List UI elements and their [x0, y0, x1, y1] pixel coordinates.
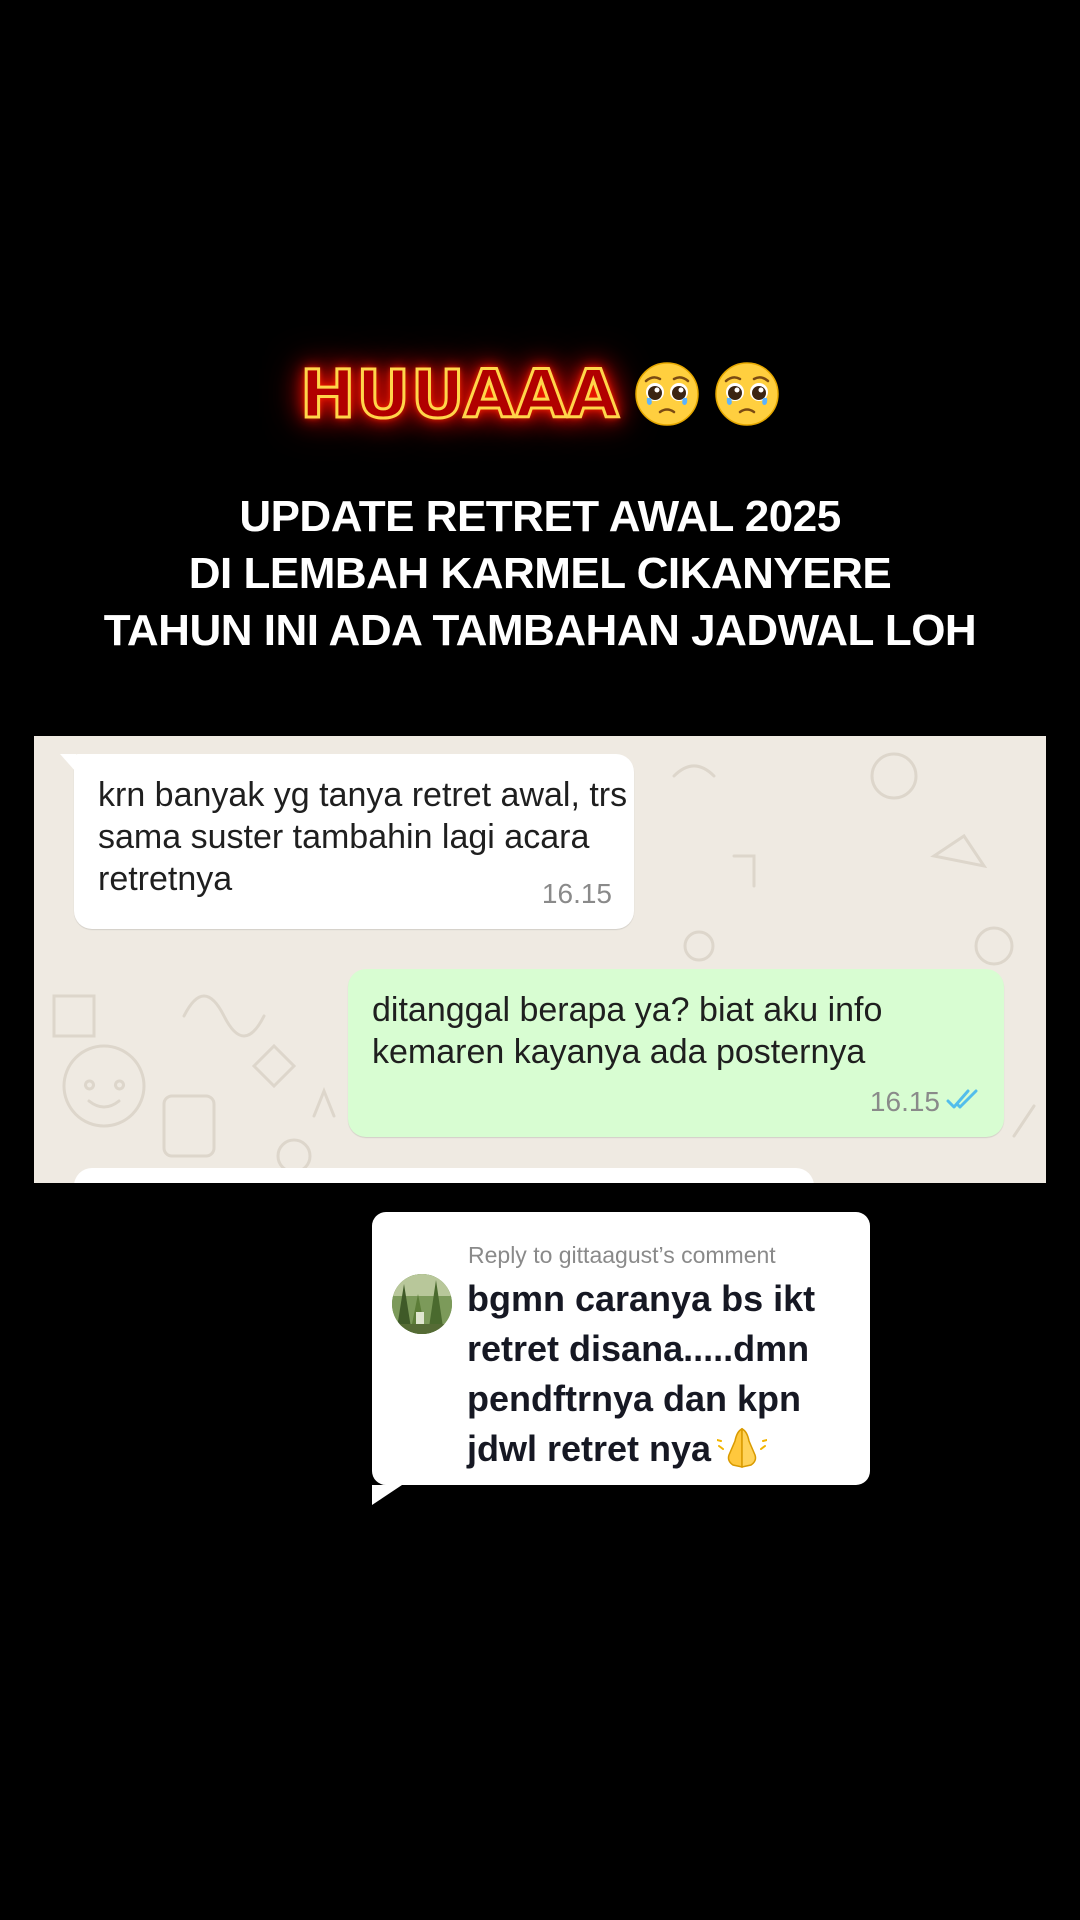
comment-line: retret disana.....dmn	[467, 1328, 810, 1369]
folded-hands-icon	[716, 1425, 769, 1469]
message-text: krn banyak yg tanya retret awal, trs sam…	[98, 774, 628, 900]
incoming-message-bubble[interactable]: krn banyak yg tanya retret awal, trs sam…	[60, 754, 634, 929]
message-line: retretnya	[98, 860, 233, 898]
caption-line: DI LEMBAH KARMEL CIKANYERE	[188, 549, 892, 598]
message-line: kemaren kayanya ada posternya	[372, 1033, 866, 1071]
reply-comment-text: bgmn caranya bs ikt retret disana.....dm…	[467, 1274, 857, 1474]
outgoing-message-bubble[interactable]: ditanggal berapa ya? biat aku info kemar…	[348, 969, 1004, 1137]
comment-line-last: jdwl retret nya	[467, 1424, 857, 1474]
caption-line: UPDATE RETRET AWAL 2025	[239, 492, 841, 541]
next-message-bubble-partial	[74, 1168, 814, 1183]
headline-text: HUUAAA	[299, 354, 621, 434]
headline: HUUAAA	[0, 352, 1080, 436]
caption-line: TAHUN INI ADA TAMBAHAN JADWAL LOH	[103, 606, 977, 655]
reply-comment-card[interactable]: Reply to gittaagust’s comment bgmn caran…	[372, 1212, 870, 1505]
comment-line: pendftrnya dan kpn	[467, 1378, 802, 1419]
timestamp-text: 16.15	[869, 1086, 940, 1117]
pleading-face-icon	[714, 361, 780, 427]
message-timestamp: 16.15	[870, 1081, 982, 1123]
double-check-icon	[946, 1081, 982, 1123]
commenter-avatar[interactable]	[392, 1274, 452, 1334]
timestamp-text: 16.15	[541, 878, 612, 909]
video-caption: UPDATE RETRET AWAL 2025 DI LEMBAH KARMEL…	[0, 488, 1080, 659]
reply-header: Reply to gittaagust’s comment	[468, 1242, 776, 1268]
message-text: ditanggal berapa ya? biat aku info kemar…	[372, 989, 984, 1073]
pleading-face-icon	[634, 361, 700, 427]
message-line: krn banyak yg tanya retret awal, trs	[98, 776, 628, 814]
chat-screenshot: krn banyak yg tanya retret awal, trs sam…	[34, 736, 1046, 1183]
comment-line: bgmn caranya bs ikt	[467, 1278, 816, 1319]
message-timestamp: 16.15	[542, 873, 612, 915]
message-line: ditanggal berapa ya? biat aku info	[372, 991, 883, 1029]
card-tail	[372, 1485, 402, 1505]
bubble-tail	[60, 754, 76, 772]
message-line: sama suster tambahin lagi acara	[98, 818, 590, 856]
comment-line: jdwl retret nya	[467, 1428, 712, 1469]
